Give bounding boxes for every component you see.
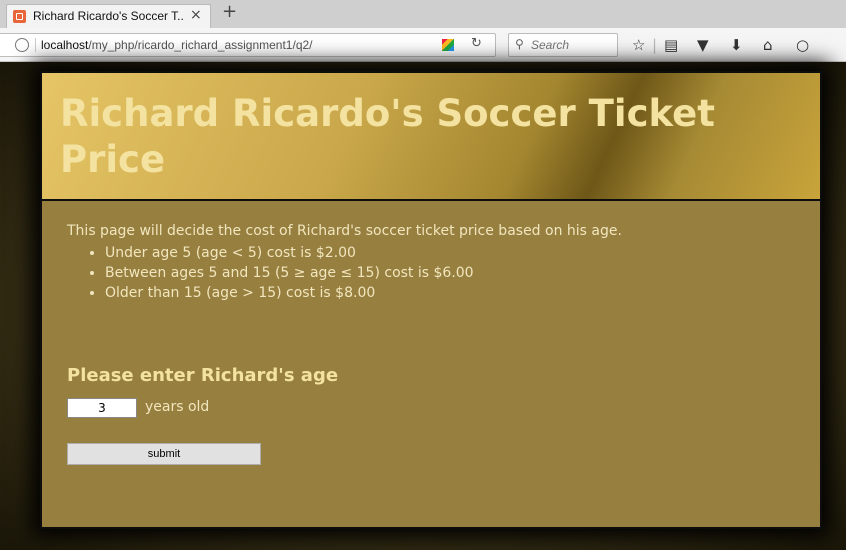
url-path: /my_php/ricardo_richard_assignment1/q2/ <box>88 38 313 52</box>
url-text[interactable]: localhost/my_php/ricardo_richard_assignm… <box>41 38 313 52</box>
age-prompt-heading: Please enter Richard's age <box>67 365 339 386</box>
reload-icon[interactable]: ↻ <box>471 36 482 51</box>
search-placeholder: Search <box>531 38 570 52</box>
header-banner: Richard Ricardo's Soccer Ticket Price <box>42 73 820 201</box>
submit-button[interactable]: submit <box>67 443 261 465</box>
close-tab-icon[interactable]: × <box>190 7 202 23</box>
list-item: Under age 5 (age < 5) cost is $2.00 <box>105 243 474 263</box>
tab-bar: Richard Ricardo's Soccer T... × + <box>0 0 846 28</box>
chat-icon[interactable]: ○ <box>796 38 809 53</box>
favicon-icon <box>13 10 26 23</box>
reading-list-icon[interactable]: ▤ <box>664 38 678 53</box>
download-icon[interactable]: ⬇ <box>730 38 743 53</box>
search-input[interactable]: ⚲ Search <box>508 33 618 57</box>
navigation-bar: localhost/my_php/ricardo_richard_assignm… <box>0 28 846 62</box>
address-divider <box>35 38 36 52</box>
age-input[interactable] <box>67 398 137 418</box>
price-rules-list: Under age 5 (age < 5) cost is $2.00 Betw… <box>67 243 474 303</box>
url-host: localhost <box>41 38 89 52</box>
page-title: Richard Ricardo's Soccer Ticket Price <box>60 92 715 181</box>
content-card: Richard Ricardo's Soccer Ticket Price Th… <box>40 71 822 529</box>
site-icon[interactable] <box>442 39 454 51</box>
browser-tab[interactable]: Richard Ricardo's Soccer T... × <box>6 4 211 28</box>
address-bar[interactable]: localhost/my_php/ricardo_richard_assignm… <box>0 33 496 57</box>
toolbar-separator: | <box>652 36 658 54</box>
page-viewport: Richard Ricardo's Soccer Ticket Price Th… <box>0 62 846 550</box>
pocket-icon[interactable]: ▼ <box>697 38 709 53</box>
list-item: Older than 15 (age > 15) cost is $8.00 <box>105 283 474 303</box>
star-icon[interactable]: ☆ <box>632 38 645 53</box>
new-tab-icon[interactable]: + <box>222 2 237 22</box>
home-icon[interactable]: ⌂ <box>763 38 773 53</box>
tab-title: Richard Ricardo's Soccer T... <box>33 9 183 23</box>
unit-label: years old <box>145 399 210 415</box>
search-icon: ⚲ <box>515 37 524 51</box>
globe-icon <box>15 38 29 52</box>
list-item: Between ages 5 and 15 (5 ≥ age ≤ 15) cos… <box>105 263 474 283</box>
intro-text: This page will decide the cost of Richar… <box>67 223 622 239</box>
